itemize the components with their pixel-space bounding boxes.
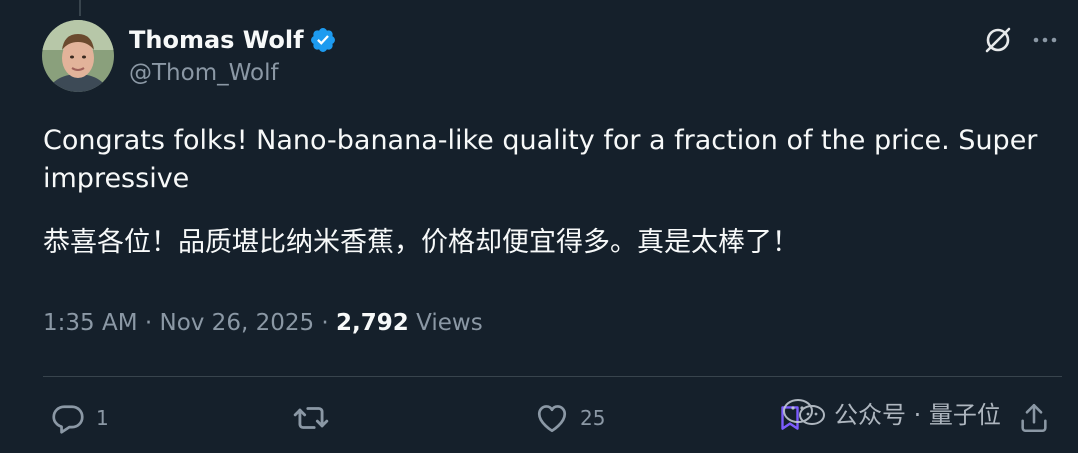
verified-badge-icon xyxy=(309,26,337,54)
heart-icon xyxy=(534,400,570,436)
share-icon xyxy=(1017,400,1051,436)
retweet-icon xyxy=(292,399,330,437)
tweet-date[interactable]: Nov 26, 2025 xyxy=(159,310,314,336)
avatar-image xyxy=(42,20,114,92)
tweet-meta: 1:35 AM · Nov 26, 2025 · 2,792 Views xyxy=(43,310,483,336)
reply-button[interactable]: 1 xyxy=(50,398,109,438)
share-button[interactable] xyxy=(1017,398,1051,438)
grok-icon[interactable] xyxy=(980,22,1016,58)
views-label: Views xyxy=(416,310,483,336)
meta-separator: · xyxy=(144,310,153,336)
author-display-name-row[interactable]: Thomas Wolf xyxy=(129,22,337,58)
tweet-time[interactable]: 1:35 AM xyxy=(43,310,138,336)
author-display-name[interactable]: Thomas Wolf xyxy=(129,22,304,58)
retweet-button[interactable] xyxy=(292,398,340,438)
watermark: 公众号 · 量子位 xyxy=(782,392,1001,432)
more-icon[interactable] xyxy=(1027,22,1063,58)
like-button[interactable]: 25 xyxy=(534,398,605,438)
like-count: 25 xyxy=(580,406,606,430)
actions-divider xyxy=(43,376,1062,377)
meta-separator: · xyxy=(321,310,329,336)
views-count: 2,792 xyxy=(336,310,409,336)
author-handle[interactable]: @Thom_Wolf xyxy=(129,60,279,86)
avatar[interactable] xyxy=(42,20,114,92)
wechat-logo-icon xyxy=(782,397,826,427)
watermark-text: 公众号 · 量子位 xyxy=(834,400,1001,429)
reply-icon xyxy=(50,400,86,436)
tweet-text-english: Congrats folks! Nano-banana-like quality… xyxy=(43,125,1038,194)
thread-connector-line xyxy=(79,0,81,16)
reply-count: 1 xyxy=(96,406,109,430)
tweet-text-chinese: 恭喜各位！品质堪比纳米香蕉，价格却便宜得多。真是太棒了！ xyxy=(43,227,799,258)
